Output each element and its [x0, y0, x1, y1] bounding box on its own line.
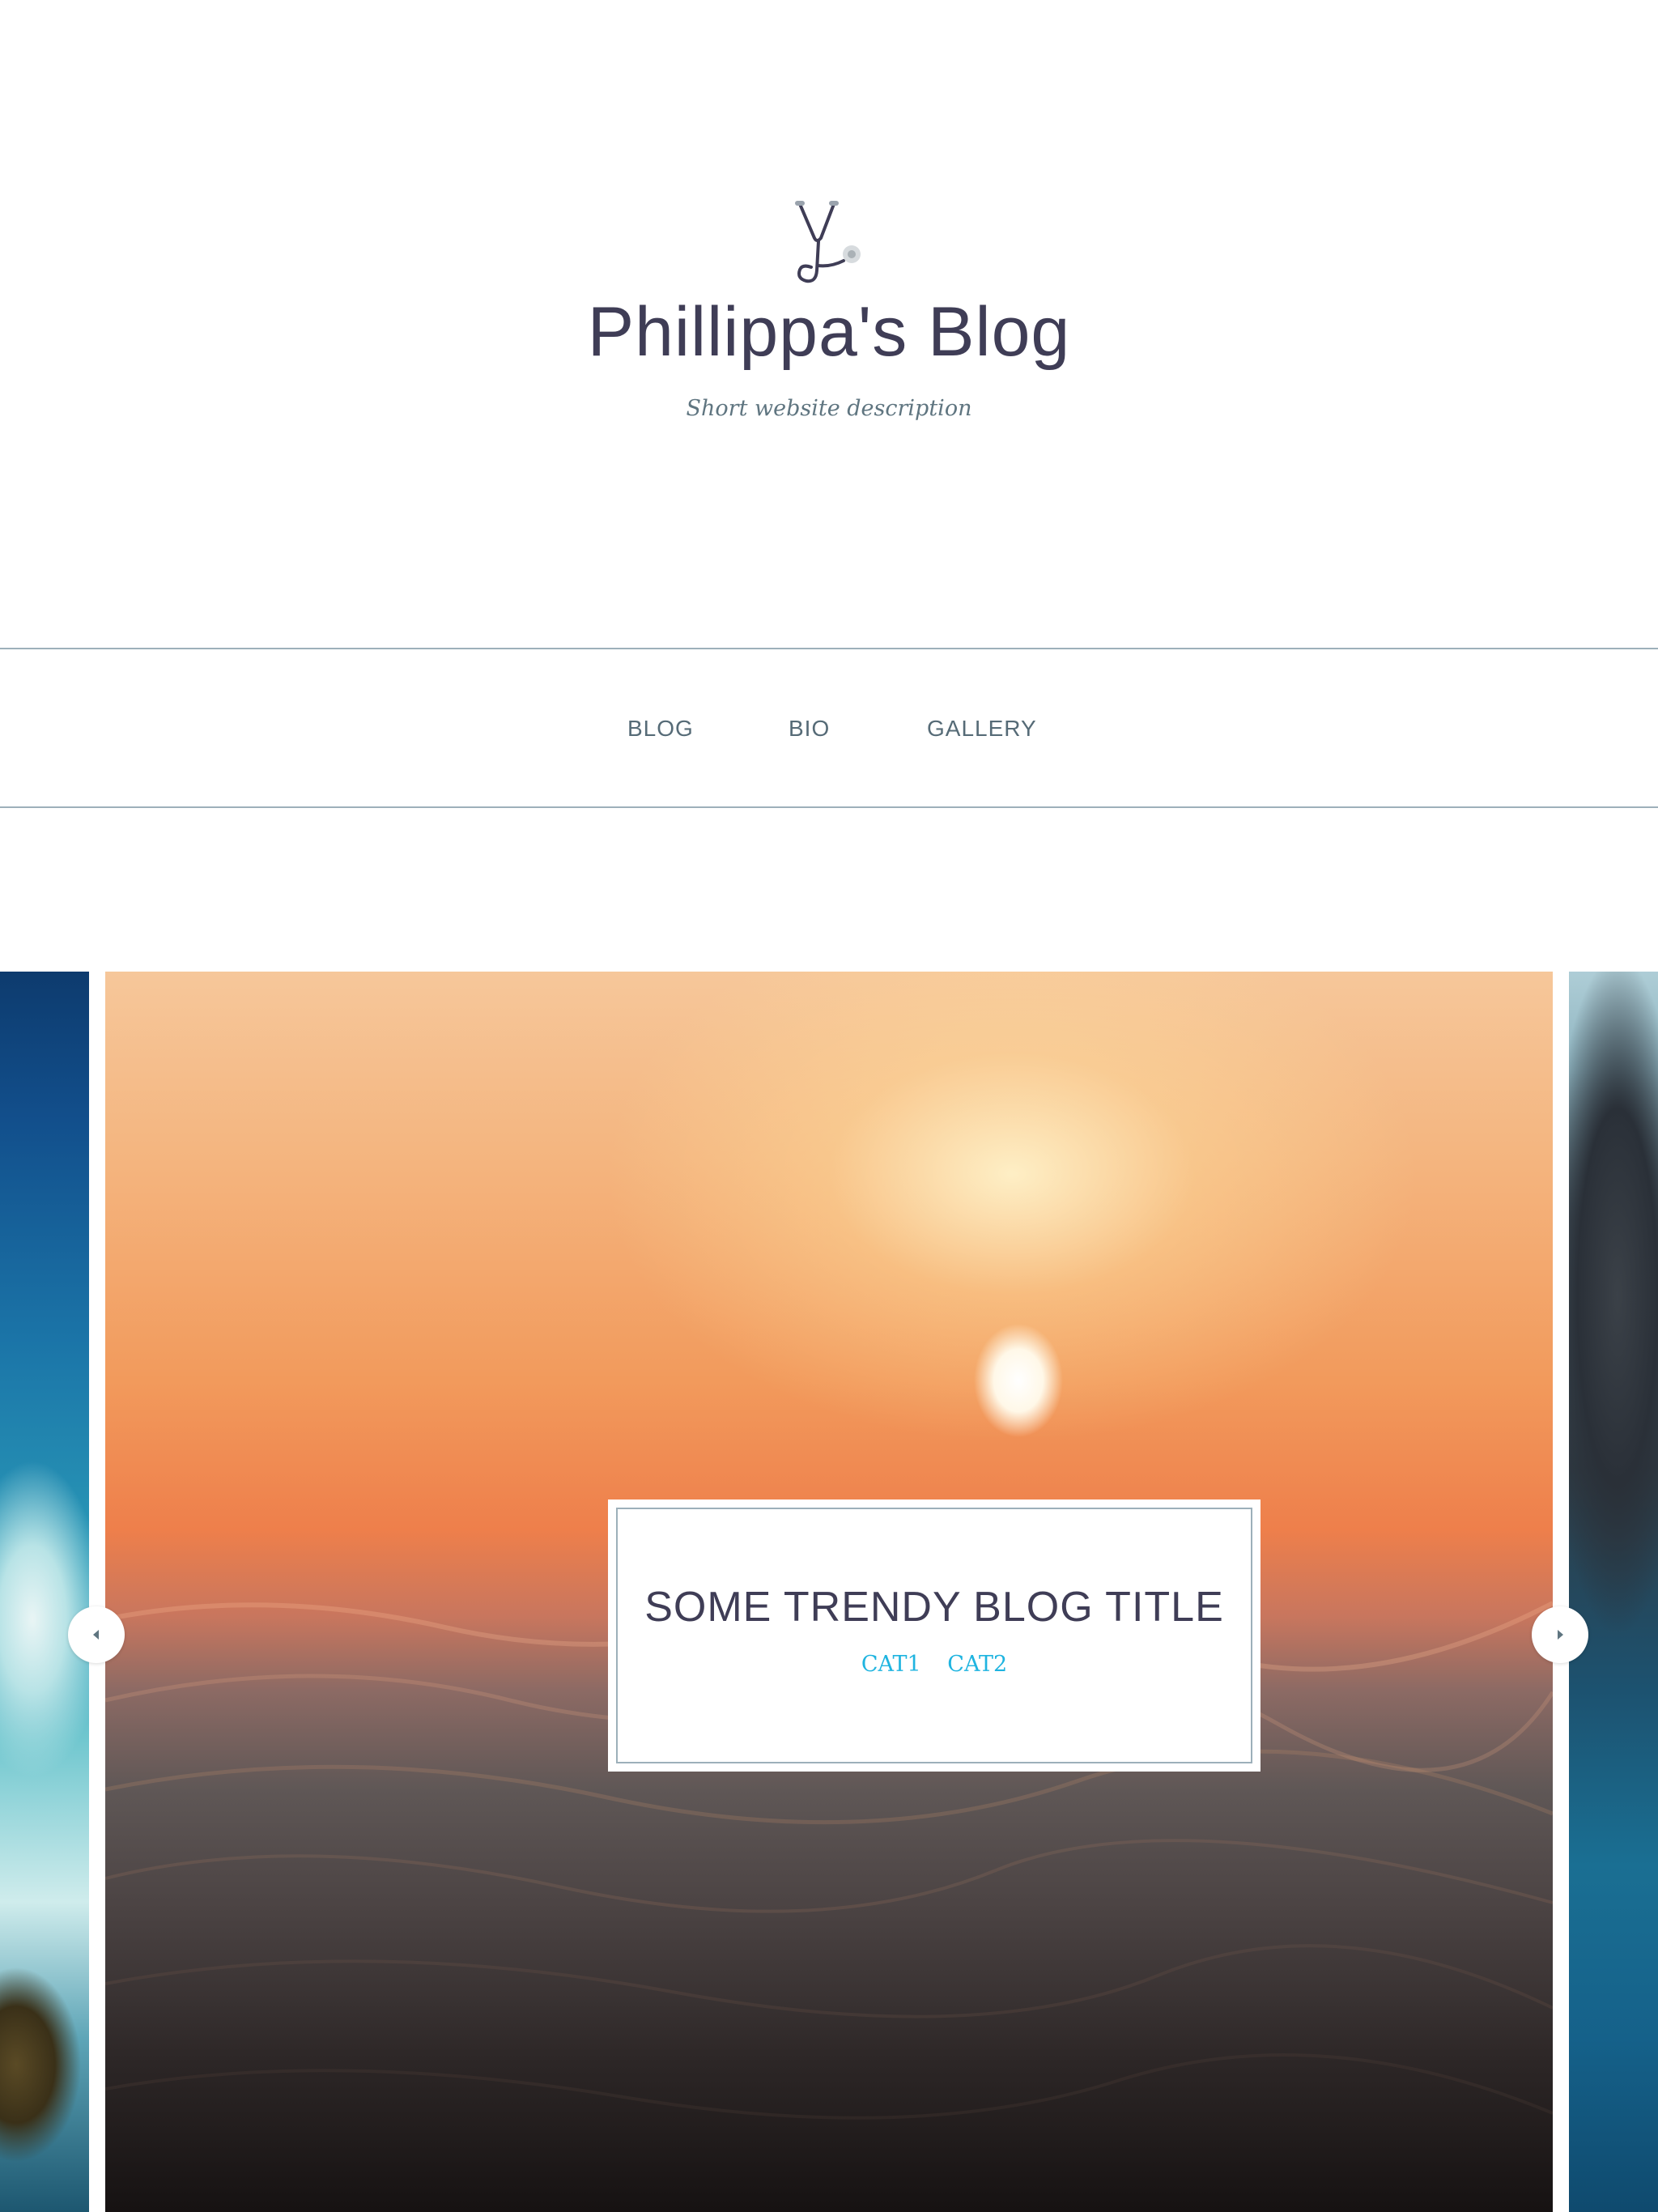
category-link-cat2[interactable]: CAT2: [947, 1652, 1007, 1677]
nav-item-blog[interactable]: BLOG: [627, 713, 694, 745]
site-title[interactable]: Phillippa's Blog: [0, 283, 1658, 381]
category-link-cat1[interactable]: CAT1: [861, 1652, 921, 1677]
stethoscope-icon[interactable]: [792, 199, 865, 285]
carousel-slide-current[interactable]: SOME TRENDY BLOG TITLE CAT1 CAT2: [105, 972, 1553, 2212]
caret-left-icon: [93, 1630, 99, 1640]
carousel-prev-button[interactable]: [68, 1606, 125, 1663]
carousel-slide-prev[interactable]: [0, 972, 89, 2212]
featured-post-frame: SOME TRENDY BLOG TITLE CAT1 CAT2: [616, 1508, 1252, 1763]
featured-post-categories: CAT1 CAT2: [618, 1648, 1251, 1681]
caret-right-icon: [1558, 1630, 1563, 1640]
site-header: Phillippa's Blog Short website descripti…: [0, 0, 1658, 648]
main-nav: BLOG BIO GALLERY: [0, 648, 1658, 808]
nav-item-bio[interactable]: BIO: [789, 713, 830, 745]
featured-carousel: SOME TRENDY BLOG TITLE CAT1 CAT2: [0, 972, 1658, 2212]
site-description: Short website description: [686, 396, 972, 421]
page: Phillippa's Blog Short website descripti…: [0, 0, 1658, 2212]
carousel-next-button[interactable]: [1532, 1606, 1588, 1663]
featured-post-card: SOME TRENDY BLOG TITLE CAT1 CAT2: [608, 1499, 1261, 1772]
nav-item-gallery[interactable]: GALLERY: [927, 713, 1037, 745]
featured-post-title[interactable]: SOME TRENDY BLOG TITLE: [618, 1579, 1251, 1636]
carousel-slide-next[interactable]: [1569, 972, 1658, 2212]
